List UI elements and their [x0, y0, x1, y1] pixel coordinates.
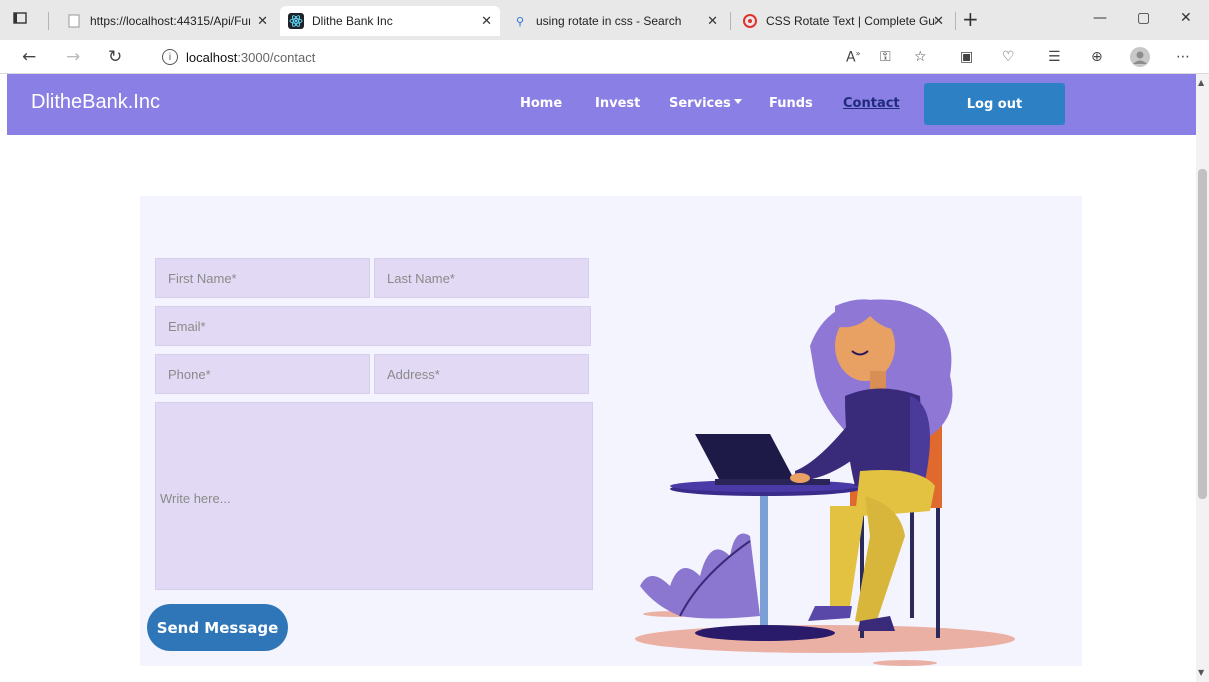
nav-services-label: Services — [669, 96, 731, 111]
tab-css-rotate[interactable]: CSS Rotate Text | Complete Guid ✕ — [734, 6, 952, 36]
info-icon[interactable]: i — [162, 49, 178, 65]
profile-avatar-icon[interactable] — [1130, 47, 1150, 71]
last-name-input[interactable] — [374, 258, 589, 298]
nav-home[interactable]: Home — [520, 96, 562, 111]
key-icon[interactable]: ⚿ — [880, 49, 891, 65]
read-aloud-icon[interactable]: A» — [846, 49, 860, 66]
back-icon[interactable]: ← — [22, 47, 36, 67]
close-window-icon[interactable]: ✕ — [1180, 10, 1192, 26]
close-tab-icon[interactable]: ✕ — [707, 13, 718, 29]
first-name-input[interactable] — [155, 258, 370, 298]
tab-actions-icon[interactable] — [13, 11, 27, 29]
site-logo-icon — [742, 13, 758, 29]
scroll-thumb[interactable] — [1198, 169, 1207, 499]
minimize-icon[interactable]: — — [1093, 10, 1107, 26]
new-tab-icon[interactable]: + — [962, 7, 979, 31]
message-textarea[interactable] — [155, 402, 593, 590]
address-input[interactable] — [374, 354, 589, 394]
browser-tab-strip: https://localhost:44315/Api/Func ✕ Dlith… — [0, 0, 1209, 40]
collections-icon[interactable]: ⊕ — [1091, 49, 1103, 65]
favorite-icon[interactable]: ☆ — [914, 49, 927, 65]
tab-rotate-search[interactable]: ⚲ using rotate in css - Search ✕ — [504, 6, 726, 36]
tab-title: using rotate in css - Search — [536, 14, 682, 28]
extension-icon[interactable]: ▣ — [960, 49, 973, 65]
scroll-up-icon[interactable]: ▲ — [1198, 78, 1204, 87]
search-icon: ⚲ — [515, 15, 525, 28]
page-icon — [66, 13, 82, 29]
logout-button[interactable]: Log out — [924, 83, 1065, 125]
url-host: localhost — [186, 49, 238, 65]
web-page: DlitheBank.Inc Home Invest Services Fund… — [0, 74, 1196, 682]
email-input[interactable] — [155, 306, 591, 346]
close-tab-icon[interactable]: ✕ — [481, 13, 492, 29]
nav-funds[interactable]: Funds — [769, 96, 813, 111]
brand-logo[interactable]: DlitheBank.Inc — [31, 91, 160, 114]
nav-contact[interactable]: Contact — [843, 96, 900, 111]
close-tab-icon[interactable]: ✕ — [257, 13, 268, 29]
scroll-down-icon[interactable]: ▼ — [1198, 668, 1204, 677]
nav-invest[interactable]: Invest — [595, 96, 640, 111]
tab-api-func[interactable]: https://localhost:44315/Api/Func ✕ — [58, 6, 276, 36]
phone-input[interactable] — [155, 354, 370, 394]
favorites-bar-icon[interactable]: ☰ — [1048, 49, 1061, 65]
browser-essentials-icon[interactable]: ♡ — [1002, 49, 1015, 65]
close-tab-icon[interactable]: ✕ — [933, 13, 944, 29]
address-toolbar: ← → ↻ i localhost:3000/contact A» ⚿ ☆ ▣ … — [0, 40, 1209, 74]
tab-title: https://localhost:44315/Api/Func — [90, 14, 250, 28]
page-scrollbar[interactable]: ▲ ▼ — [1196, 74, 1209, 682]
more-icon[interactable]: ⋯ — [1176, 49, 1190, 65]
tab-title: Dlithe Bank Inc — [312, 14, 393, 28]
nav-services[interactable]: Services — [669, 96, 742, 111]
contact-card: Send Message — [140, 196, 1082, 666]
url-path: :3000/contact — [237, 49, 316, 65]
woman-with-laptop-illustration — [635, 299, 1015, 666]
react-icon — [288, 13, 304, 29]
refresh-icon[interactable]: ↻ — [108, 47, 122, 67]
url-field[interactable]: i localhost:3000/contact — [140, 44, 885, 70]
maximize-icon[interactable]: ▢ — [1137, 10, 1150, 26]
site-navbar: DlitheBank.Inc Home Invest Services Fund… — [7, 74, 1196, 135]
tab-title: CSS Rotate Text | Complete Guid — [766, 14, 936, 28]
tab-dlithe-bank[interactable]: Dlithe Bank Inc ✕ — [280, 6, 500, 36]
caret-down-icon — [733, 99, 742, 104]
forward-icon[interactable]: → — [66, 47, 80, 67]
send-message-button[interactable]: Send Message — [147, 604, 288, 651]
